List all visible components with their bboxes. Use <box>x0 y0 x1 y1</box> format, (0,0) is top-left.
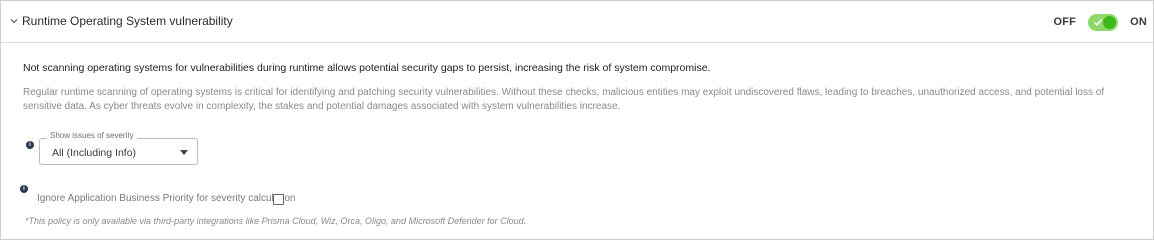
policy-toggle[interactable] <box>1088 13 1119 31</box>
severity-select-label: Show issues of severity <box>47 131 137 140</box>
ignore-priority-label: Ignore Application Business Priority for… <box>37 193 296 204</box>
info-icon[interactable]: i <box>20 185 28 193</box>
policy-panel: Runtime Operating System vulnerability O… <box>0 0 1154 240</box>
policy-header[interactable]: Runtime Operating System vulnerability O… <box>1 1 1153 43</box>
chevron-down-icon[interactable] <box>9 16 19 26</box>
toggle-knob <box>1103 15 1117 29</box>
toggle-off-label[interactable]: OFF <box>1053 16 1076 28</box>
policy-summary: Not scanning operating systems for vulne… <box>23 62 711 74</box>
severity-selected-value: All (Including Info) <box>52 147 137 159</box>
ignore-priority-checkbox[interactable] <box>273 194 284 205</box>
info-icon[interactable]: i <box>26 141 34 149</box>
toggle-on-label[interactable]: ON <box>1130 16 1147 28</box>
policy-toggle-group: OFF ON <box>1053 12 1147 32</box>
severity-select[interactable]: All (Including Info) <box>39 138 198 165</box>
check-icon <box>1094 18 1103 26</box>
policy-description: Regular runtime scanning of operating sy… <box>23 87 1105 112</box>
caret-down-icon <box>180 150 188 155</box>
policy-note: *This policy is only available via third… <box>25 216 527 226</box>
policy-title: Runtime Operating System vulnerability <box>22 14 233 28</box>
